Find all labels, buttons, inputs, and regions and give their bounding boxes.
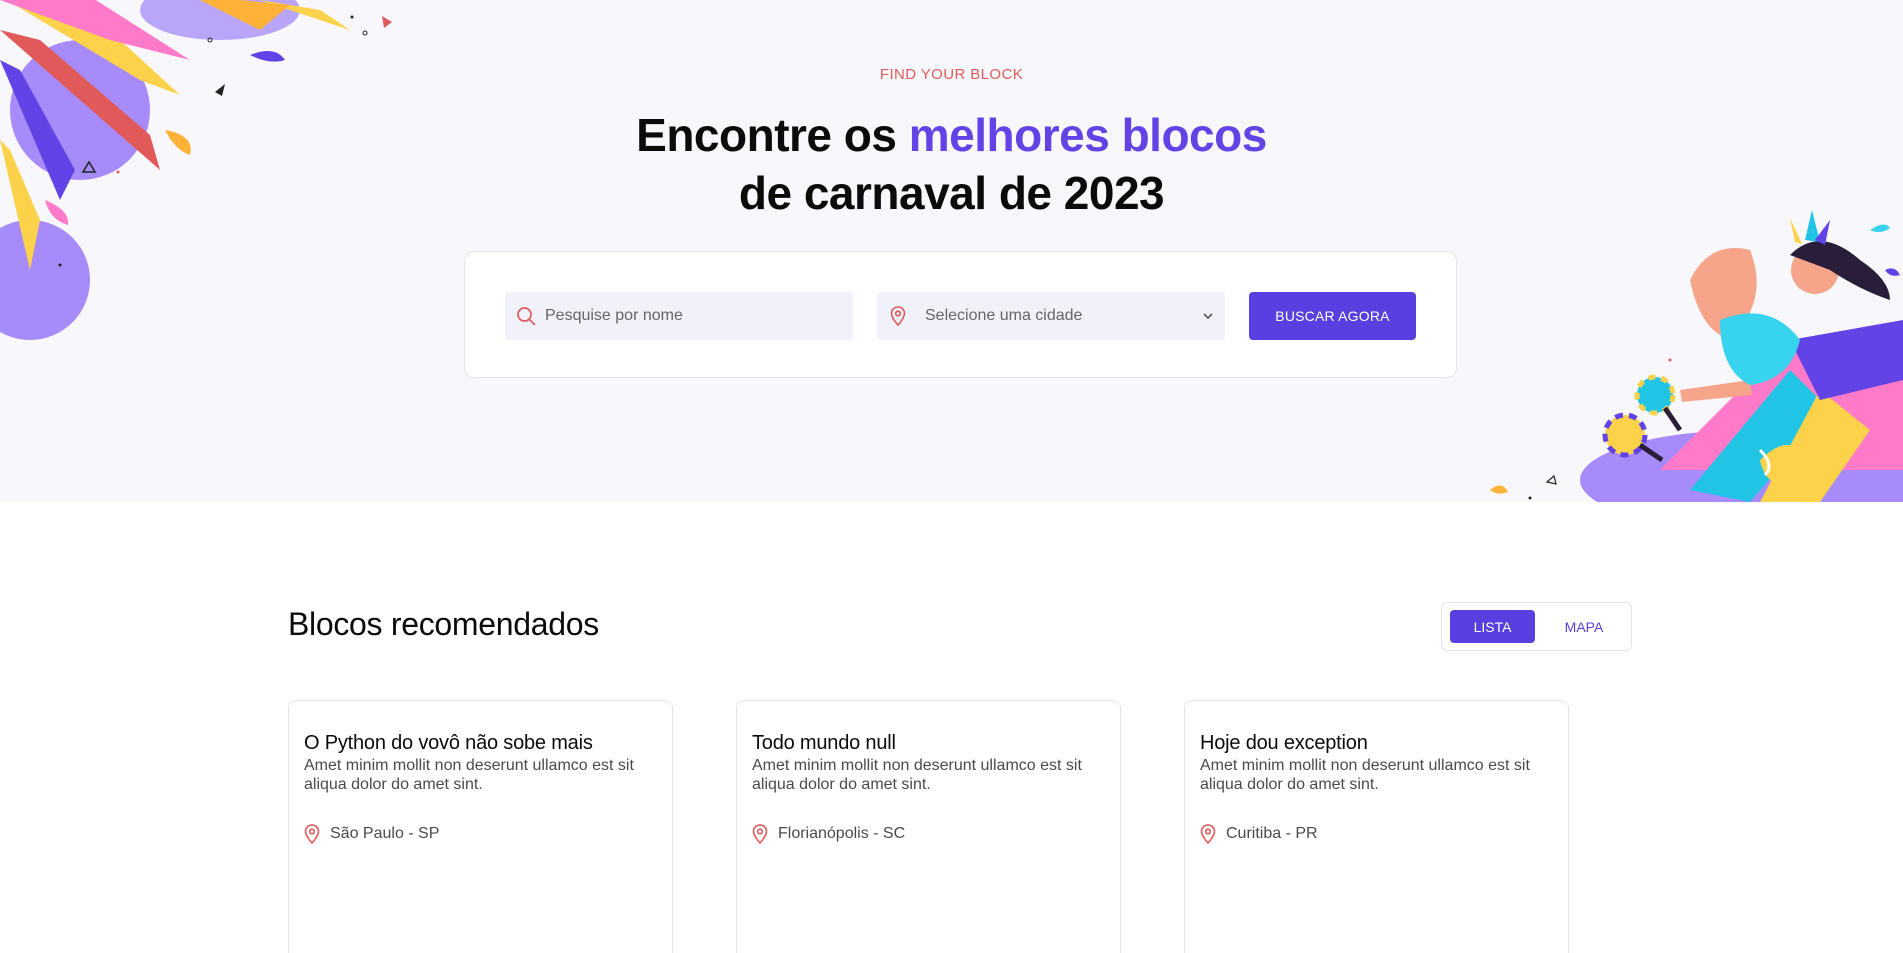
- city-select[interactable]: Selecione uma cidade: [877, 292, 1225, 340]
- block-card[interactable]: Todo mundo null Amet minim mollit non de…: [736, 700, 1121, 953]
- block-card[interactable]: O Python do vovô não sobe mais Amet mini…: [288, 700, 673, 953]
- block-card-location-text: Curitiba - PR: [1226, 825, 1318, 842]
- chevron-down-icon: [1201, 309, 1215, 323]
- block-card-location-text: Florianópolis - SC: [778, 825, 906, 842]
- block-card-location-text: São Paulo - SP: [330, 825, 440, 842]
- block-card-description: Amet minim mollit non deserunt ullamco e…: [1200, 757, 1530, 793]
- block-card-title: O Python do vovô não sobe mais: [304, 732, 593, 754]
- hero-headline: Encontre os melhores blocos de carnaval …: [0, 106, 1903, 222]
- list-view-button[interactable]: LISTA: [1450, 610, 1535, 643]
- block-card-location: Florianópolis - SC: [752, 823, 905, 845]
- map-pin-icon: [752, 823, 772, 845]
- block-card-title: Todo mundo null: [752, 732, 896, 754]
- view-toggle: LISTA MAPA: [1441, 602, 1632, 651]
- block-card[interactable]: Hoje dou exception Amet minim mollit non…: [1184, 700, 1569, 953]
- search-panel: Selecione uma cidade BUSCAR AGORA: [464, 251, 1457, 378]
- name-search-field[interactable]: [505, 292, 853, 340]
- hero-eyebrow: FIND YOUR BLOCK: [879, 66, 1024, 83]
- block-card-location: Curitiba - PR: [1200, 823, 1318, 845]
- recommended-title: Blocos recomendados: [288, 606, 599, 642]
- block-card-description: Amet minim mollit non deserunt ullamco e…: [752, 757, 1082, 793]
- search-submit-button[interactable]: BUSCAR AGORA: [1249, 292, 1416, 340]
- headline-line-2: de carnaval de 2023: [738, 167, 1165, 219]
- block-card-title: Hoje dou exception: [1200, 732, 1368, 754]
- search-input[interactable]: [545, 307, 835, 325]
- map-pin-icon: [887, 305, 909, 327]
- city-select-placeholder: Selecione uma cidade: [925, 307, 1083, 324]
- search-icon: [515, 305, 537, 327]
- block-card-location: São Paulo - SP: [304, 823, 439, 845]
- map-pin-icon: [1200, 823, 1220, 845]
- headline-accent: melhores blocos: [908, 109, 1268, 161]
- map-pin-icon: [304, 823, 324, 845]
- headline-prefix: Encontre os: [636, 109, 909, 161]
- map-view-button[interactable]: MAPA: [1544, 610, 1624, 643]
- block-card-description: Amet minim mollit non deserunt ullamco e…: [304, 757, 634, 793]
- hero-section: FIND YOUR BLOCK Encontre os melhores blo…: [0, 0, 1903, 502]
